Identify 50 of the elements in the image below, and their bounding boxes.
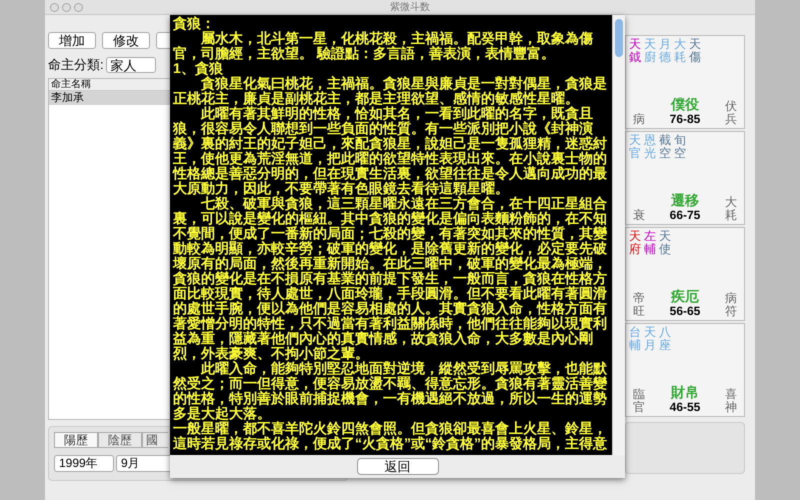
calendar-tab[interactable]: 陰歷: [98, 432, 142, 448]
paragraph: 此曜入命，能夠特別堅忍地面對逆境，縱然受到辱罵攻擊，也能默然受之；而一但得意，便容易放盪不羈、得意忘形。貪狼有著靈活善變的性格，特別善於眼前捕捉機會，一有機遇絕不放過，所以一生的運勢多是大起大落。: [173, 361, 608, 421]
paragraph: 一般星曜，都不喜羊陀火鈴四煞會照。但貪狼卻最喜會上火星、鈴星，這時若見祿存或化祿，便成了“火貪格”或“鈴貪格”的暴發格局，主得意: [173, 421, 608, 451]
paragraph: 貪狼：: [173, 16, 216, 31]
star-name: 恩光: [644, 134, 656, 160]
scrollbar[interactable]: [612, 15, 625, 455]
star-name: 旬空: [674, 134, 686, 160]
palace-stage: 衰: [633, 208, 645, 222]
star-name: 天官: [629, 134, 641, 160]
palace-spirit: 大耗: [724, 196, 737, 222]
palace-spirit: 病符: [724, 292, 737, 318]
star-name: 台輔: [629, 326, 641, 352]
star-name: 天月: [644, 326, 656, 352]
date-select[interactable]: 1999年: [54, 454, 114, 472]
star-name: 截空: [659, 134, 671, 160]
star-name: 天鉞: [629, 38, 641, 64]
age-range: 76-85: [670, 112, 700, 126]
palace-spirit: 喜神: [724, 388, 737, 414]
paragraph: 1、貪狼: [173, 61, 223, 76]
palace-name: 財帛: [670, 384, 699, 400]
palace-name: 疾厄: [670, 288, 699, 304]
star-name: 八座: [659, 326, 671, 352]
star-name: 天傷: [689, 38, 701, 64]
star-name: 大耗: [674, 38, 686, 64]
palace-spirit: 伏兵: [724, 100, 737, 126]
star-name: 月德: [659, 38, 671, 64]
palace-name: 僕役: [670, 96, 699, 112]
paragraph: 此曜有著其鮮明的性格，恰如其名，一看到此曜的名字，既貪且狼，很容易令人聯想到一些負面的性質。有一些派別把小說《封神演義》裏的紂王的妃子妲己，來配貪狼星，說妲己是一隻孤狸精，迷惑紂王，使他更為荒淫無道，把此曜的欲望特性表現出來。在小說裏士物的性格總是善惡分明的，但在現實生活裏，欲望往往是令人邁向成功的最大原動力，因此，不要帶著有色眼鏡去看待這顆星曜。: [173, 106, 608, 196]
star-name: 左輔: [644, 230, 656, 256]
palace-stage: 臨官: [633, 388, 645, 414]
palace-name: 遷移: [670, 192, 699, 208]
calendar-tab[interactable]: 陽歷: [54, 432, 98, 448]
paragraph: 七殺、破軍與貪狼，這三顆星曜永遠在三方會合，在十四正星組合裏，可以說是變化的樞紐。其中貪狼的變化是偏向表麵粉飾的，在不知不覺間，便成了一番新的局面；七殺的變，有著突如其來的性質，其變動較為明顯，亦較辛勞；破軍的變化，是除舊更新的變化，必定要先破壞原有的局面，然後再重新開始。在此三曜中，破軍的變化最為極端，貪狼的變化是在不損原有基業的前提下發生，一般而言，貪狼在性格方面比較現實，待人處世，八面玲瓏，手段圓滑。但不要看此曜有著圓滑的處世手腕，便以為他們是容易相處的人。其實貪狼入命，性格方面有著愛憎分明的特性，只不過當有著利益關係時，他們往往能夠以現實利益為重，隱藏著他們內心的真實情感，故貪狼入命，大多數是內心剛烈，外表豪爽、不拘小節之輩。: [173, 196, 608, 361]
back-button[interactable]: 返回: [356, 458, 438, 475]
toolbar-button[interactable]: 增加: [48, 32, 96, 49]
category-label: 命主分類:: [48, 56, 104, 74]
age-range: 66-75: [670, 208, 700, 222]
category-dropdown[interactable]: 家人: [106, 56, 156, 73]
calendar-tab[interactable]: 國: [142, 432, 168, 448]
paragraph: 屬水木，北斗第一星，化桃花殺，主禍福。配癸甲幹，取象為傷官，司膽經，主欲望。 驗證點：多言語，善表演，表情豐富。: [173, 31, 594, 61]
star-name: 天府: [629, 230, 641, 256]
star-name: 天廚: [644, 38, 656, 64]
scroll-thumb[interactable]: [615, 19, 623, 57]
toolbar-button[interactable]: 修改: [102, 32, 150, 49]
age-range: 56-65: [670, 304, 700, 318]
window-title: 紫微斗数: [390, 0, 430, 15]
star-name: 天使: [659, 230, 671, 256]
palace-stage: 病: [633, 112, 645, 126]
palace-stage: 帝旺: [633, 292, 645, 318]
age-range: 46-55: [670, 400, 700, 414]
